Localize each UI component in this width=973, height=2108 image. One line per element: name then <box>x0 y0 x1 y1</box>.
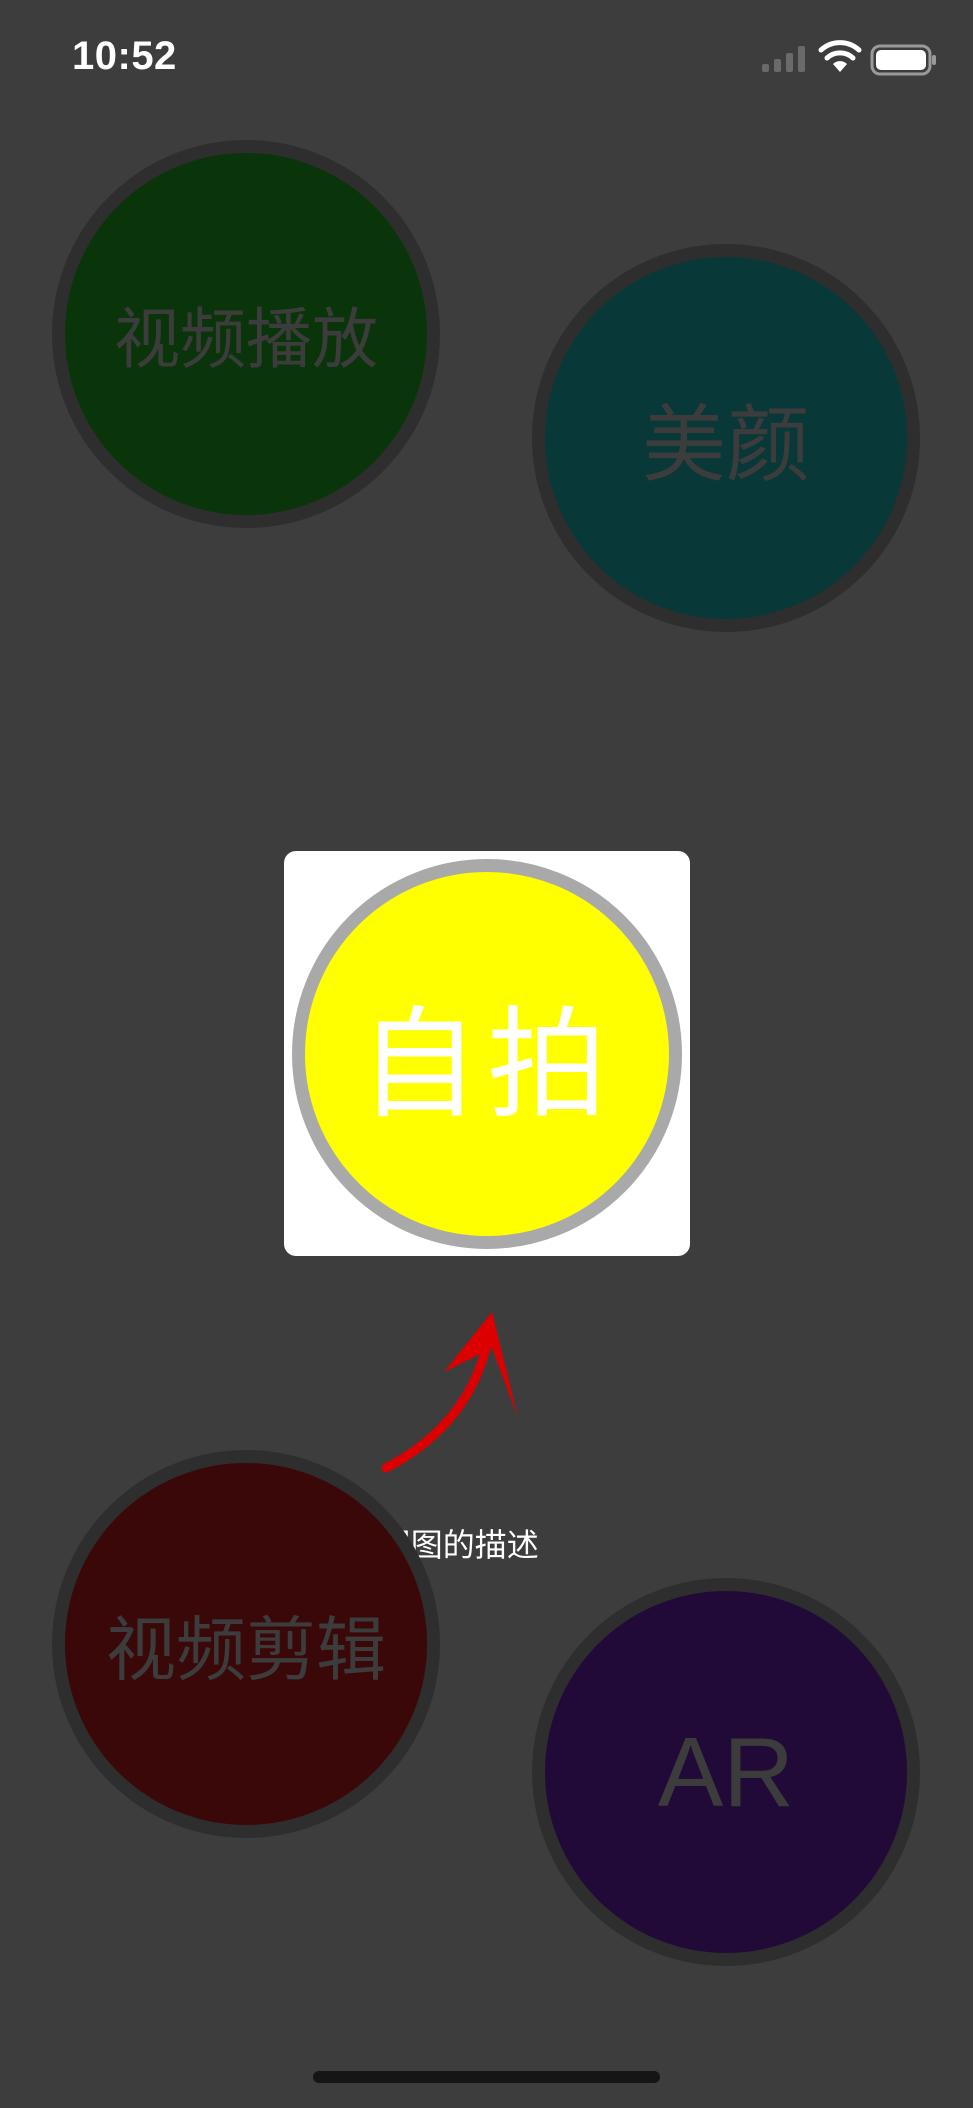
video-edit-bubble[interactable]: 视频剪辑 <box>52 1450 440 1838</box>
status-bar: 10:52 <box>0 0 973 120</box>
home-indicator[interactable] <box>313 2071 660 2083</box>
beauty-bubble[interactable]: 美颜 <box>532 244 920 632</box>
curved-arrow-up-icon <box>381 1312 518 1473</box>
highlight-card[interactable]: 自拍 <box>284 851 690 1256</box>
signal-icon <box>762 46 805 72</box>
video-edit-label: 视频剪辑 <box>106 1608 386 1691</box>
battery-icon <box>870 44 936 76</box>
selfie-label: 自拍 <box>359 996 615 1135</box>
ar-bubble[interactable]: AR <box>532 1578 920 1966</box>
guide-overlay-screen[interactable]: 10:52 视频播放 美颜 自拍 这是第 2 个视图的描述 <box>0 0 973 2108</box>
status-time: 10:52 <box>72 34 177 78</box>
beauty-label: 美颜 <box>641 395 810 494</box>
ar-label: AR <box>657 1716 795 1827</box>
video-play-bubble[interactable]: 视频播放 <box>52 140 440 528</box>
wifi-icon <box>818 40 862 72</box>
selfie-bubble[interactable]: 自拍 <box>292 859 682 1249</box>
video-play-label: 视频播放 <box>114 301 378 378</box>
